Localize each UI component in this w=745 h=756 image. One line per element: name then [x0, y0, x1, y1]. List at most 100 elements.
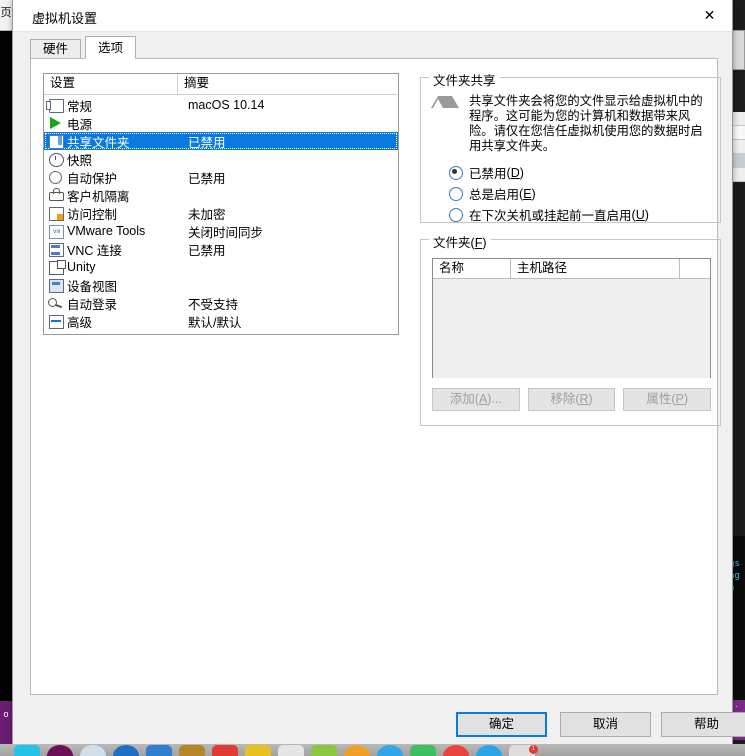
settings-row-10[interactable]: Unity [44, 258, 398, 276]
advanced-icon-glyph [49, 315, 64, 329]
dock-item-12[interactable] [377, 745, 403, 756]
folder-sharing-options: 已禁用 (D) 总是启用 (E) 在下次关机或挂起前一直启用 (U) [449, 162, 649, 225]
dock-item-1[interactable] [14, 745, 40, 756]
settings-row-2[interactable]: 电源 [44, 114, 398, 132]
access-icon [48, 206, 67, 221]
options-pane: 设置 摘要 常规 macOS 10.14 电源 共享文件夹 已禁用 快照 自动保护 已禁用 客户… [30, 58, 721, 695]
dock-item-10[interactable] [311, 745, 337, 756]
background-left-tab-label: 页 [0, 0, 12, 31]
settings-row-9[interactable]: VNC 连接 已禁用 [44, 240, 398, 258]
folders-button-label: 移除 [550, 392, 576, 406]
settings-row-13[interactable]: 高级 默认/默认 [44, 312, 398, 330]
dialog-footer: 确定 取消 帮助 [13, 697, 745, 743]
folder-sharing-option-2[interactable]: 总是启用 (E) [449, 183, 649, 204]
settings-row-name: 快照 [67, 153, 93, 168]
radio-button-icon[interactable] [449, 165, 463, 180]
settings-row-7[interactable]: 访问控制 未加密 [44, 204, 398, 222]
dock-item-5[interactable] [146, 745, 172, 756]
folders-button-accel: A [478, 392, 488, 406]
settings-row-summary: 已禁用 [188, 135, 226, 150]
folders-button-accel: P [675, 392, 684, 406]
dock-badge: 1 [529, 745, 538, 754]
folder-sharing-option-accel: (D) [506, 165, 524, 180]
background-left-purple-badge: o [0, 701, 12, 745]
settings-row-summary: 已禁用 [188, 243, 226, 258]
dock-item-11[interactable] [344, 745, 370, 756]
settings-list-header: 设置 摘要 [44, 74, 398, 95]
folders-column-host-path: 主机路径 [511, 259, 680, 278]
settings-list-rows: 常规 macOS 10.14 电源 共享文件夹 已禁用 快照 自动保护 已禁用 客户机隔离 访问控… [44, 95, 398, 330]
help-button[interactable]: 帮助 [661, 712, 745, 737]
tab-options[interactable]: 选项 [85, 36, 137, 59]
background-left-strip: 页 o [0, 0, 12, 756]
folder-sharing-legend: 文件夹共享 [429, 70, 500, 89]
settings-row-1[interactable]: 常规 macOS 10.14 [44, 96, 398, 114]
autoprotect-icon-glyph [49, 171, 62, 184]
settings-row-name: 自动保护 [67, 171, 118, 186]
background-right-dark-block [731, 72, 745, 110]
folders-button-3: 属性(P) [623, 388, 712, 411]
cancel-button[interactable]: 取消 [560, 712, 651, 737]
folder-sharing-option-1[interactable]: 已禁用 (D) [449, 162, 649, 183]
ok-button[interactable]: 确定 [456, 712, 547, 737]
dock-item-16[interactable]: 1 [509, 745, 538, 756]
settings-row-6[interactable]: 客户机隔离 [44, 186, 398, 204]
folders-button-2: 移除(R) [527, 388, 616, 411]
dock-item-2[interactable] [47, 745, 73, 756]
settings-list[interactable]: 设置 摘要 常规 macOS 10.14 电源 共享文件夹 已禁用 快照 自动保护 已禁用 客户… [43, 73, 399, 335]
folders-legend-accel: F [474, 236, 483, 250]
settings-row-3[interactable]: 共享文件夹 已禁用 [44, 132, 398, 150]
folder-sharing-option-label: 总是启用 [469, 188, 520, 202]
settings-row-4[interactable]: 快照 [44, 150, 398, 168]
dock-item-7[interactable] [212, 745, 238, 756]
folders-button-label: 属性 [646, 392, 672, 406]
background-right-window-icon [731, 30, 745, 70]
column-header-name: 设置 [44, 74, 178, 94]
settings-row-name: 常规 [67, 99, 93, 114]
monitor-icon [46, 98, 67, 113]
settings-row-summary: 默认/默认 [188, 315, 242, 330]
settings-row-summary: 已禁用 [188, 171, 226, 186]
device-view-icon [48, 278, 67, 293]
settings-row-5[interactable]: 自动保护 已禁用 [44, 168, 398, 186]
radio-button-icon[interactable] [449, 207, 463, 222]
settings-row-12[interactable]: 自动登录 不受支持 [44, 294, 398, 312]
snapshot-icon [48, 152, 67, 167]
folder-sharing-option-label: 在下次关机或挂起前一直启用 [469, 209, 632, 223]
settings-row-summary: 未加密 [188, 207, 226, 222]
dock-item-4[interactable] [113, 745, 139, 756]
dock-item-14[interactable] [443, 745, 469, 756]
settings-row-11[interactable]: 设备视图 [44, 276, 398, 294]
radio-button-icon[interactable] [449, 186, 463, 201]
dock-item-13[interactable] [410, 745, 436, 756]
folders-button-label: 添加 [449, 392, 475, 406]
macos-dock[interactable]: 1 [0, 744, 745, 756]
settings-row-name: VMware Tools [67, 224, 146, 238]
folders-table[interactable]: 名称 主机路径 [432, 258, 711, 378]
folder-sharing-option-accel: (E) [519, 186, 536, 201]
column-header-summary: 摘要 [184, 76, 210, 90]
folders-button-1: 添加(A)... [432, 388, 520, 411]
settings-row-name: Unity [67, 260, 96, 274]
background-left-dark-area [0, 31, 12, 701]
lock-icon-glyph [49, 188, 64, 201]
close-icon[interactable]: ✕ [687, 0, 732, 30]
folders-legend: 文件夹(F) [429, 232, 491, 251]
dock-item-9[interactable] [278, 745, 304, 756]
vnc-icon [48, 242, 67, 257]
settings-row-name: VNC 连接 [67, 243, 122, 258]
tab-hardware[interactable]: 硬件 [30, 39, 82, 59]
dock-item-6[interactable] [179, 745, 205, 756]
tab-strip: 硬件 选项 [30, 36, 718, 60]
unity-icon [48, 260, 67, 275]
dock-item-3[interactable] [80, 745, 106, 756]
folder-sharing-option-3[interactable]: 在下次关机或挂起前一直启用 (U) [449, 204, 649, 225]
settings-row-summary: 关闭时间同步 [188, 225, 264, 240]
folder-sharing-group: 文件夹共享 共享文件夹会将您的文件显示给虚拟机中的程序。这可能为您的计算机和数据… [420, 70, 721, 225]
advanced-icon [48, 314, 67, 329]
vnc-icon-glyph [49, 243, 64, 257]
folders-group: 文件夹(F) 名称 主机路径 添加(A)... 移除(R) 属性(P) [420, 232, 721, 426]
dock-item-15[interactable] [476, 745, 502, 756]
dock-item-8[interactable] [245, 745, 271, 756]
settings-row-8[interactable]: vm VMware Tools 关闭时间同步 [44, 222, 398, 240]
